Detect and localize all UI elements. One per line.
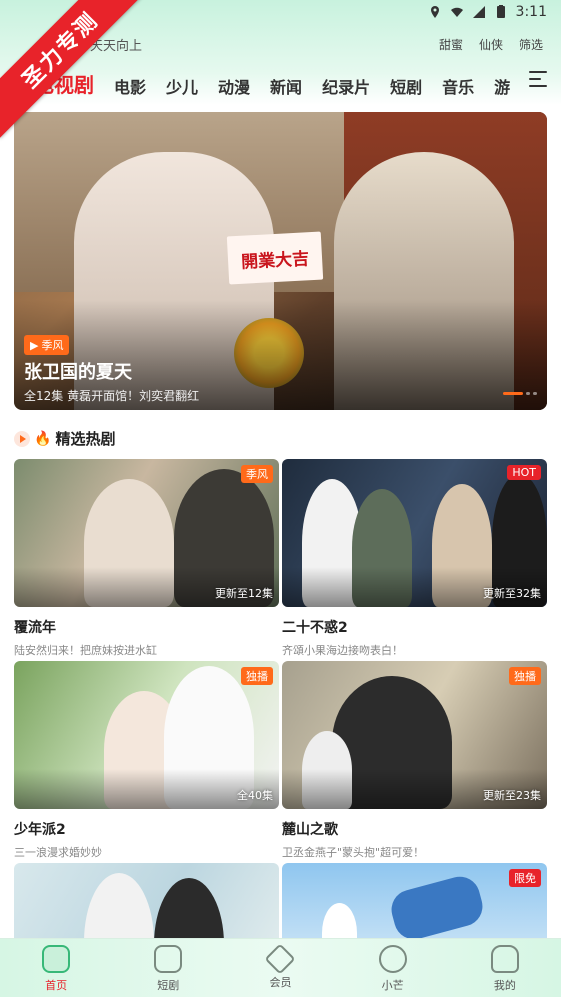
mango-icon xyxy=(378,945,407,973)
card-thumbnail[interactable]: HOT 更新至32集 xyxy=(282,459,547,607)
card-title[interactable]: 少年派2 xyxy=(14,819,279,839)
carousel-indicator xyxy=(503,392,537,395)
tv-icon xyxy=(154,945,183,973)
location-icon xyxy=(430,6,439,18)
card-badge: 独播 xyxy=(509,667,541,685)
drama-card[interactable]: 季风 更新至12集 覆流年 陆安然归来！把庶妹按进水缸 xyxy=(14,459,279,658)
nav-home[interactable]: 首页 xyxy=(16,945,96,993)
filter-link[interactable]: 筛选 xyxy=(519,36,543,53)
episode-count: 全40集 xyxy=(237,789,273,802)
card-title[interactable]: 麓山之歌 xyxy=(282,819,547,839)
play-icon: ▶ xyxy=(30,338,39,352)
banner-tag: ▶ 季风 xyxy=(24,335,70,355)
nav-vip-label: 会员 xyxy=(269,976,292,989)
card-badge: 限免 xyxy=(509,869,541,887)
card-thumbnail[interactable]: 独播 全40集 xyxy=(14,661,279,809)
status-time: 3:11 xyxy=(515,4,547,20)
nav-profile[interactable]: 我的 xyxy=(465,945,545,993)
card-subtitle: 卫丞金燕子"蒙头抱"超可爱！ xyxy=(282,846,425,859)
diamond-icon xyxy=(264,943,297,975)
card-subtitle: 三一浪漫求婚妙妙 xyxy=(14,846,102,859)
play-circle-icon xyxy=(14,430,30,447)
nav-xiaomang-label: 小芒 xyxy=(381,979,404,992)
bottom-nav: 首页 短剧 会员 小芒 我的 xyxy=(0,938,561,997)
banner-description: 全12集 黄磊开面馆！刘奕君翻红 xyxy=(24,389,200,403)
home-icon xyxy=(42,945,71,973)
tab-kids[interactable]: 少儿 xyxy=(166,74,198,98)
tab-music[interactable]: 音乐 xyxy=(442,74,474,98)
fire-icon: 🔥 xyxy=(34,430,52,447)
tab-documentary[interactable]: 纪录片 xyxy=(322,74,370,98)
menu-icon[interactable] xyxy=(529,71,547,89)
quick-link-sweet[interactable]: 甜蜜 xyxy=(439,36,463,53)
card-thumbnail[interactable]: 独播 更新至23集 xyxy=(282,661,547,809)
signal-icon xyxy=(472,6,485,18)
battery-icon xyxy=(496,5,505,18)
card-badge: HOT xyxy=(507,465,541,480)
drama-card[interactable]: 独播 更新至23集 麓山之歌 卫丞金燕子"蒙头抱"超可爱！ xyxy=(282,661,547,860)
card-subtitle: 陆安然归来！把庶妹按进水缸 xyxy=(14,644,157,657)
hero-banner[interactable]: 開業大吉 ▶ 季风 张卫国的夏天 全12集 黄磊开面馆！刘奕君翻红 xyxy=(14,112,547,410)
banner-title: 张卫国的夏天 xyxy=(24,362,132,383)
section-header: 🔥 精选热剧 xyxy=(14,428,115,449)
category-nav: 电视剧 电影 少儿 动漫 新闻 纪录片 短剧 音乐 游 xyxy=(34,66,530,98)
card-subtitle: 齐頌小果海边接吻表白！ xyxy=(282,644,403,657)
nav-xiaomang[interactable]: 小芒 xyxy=(353,945,433,993)
card-thumbnail[interactable]: 季风 更新至12集 xyxy=(14,459,279,607)
drama-card[interactable]: 独播 全40集 少年派2 三一浪漫求婚妙妙 xyxy=(14,661,279,860)
tab-news[interactable]: 新闻 xyxy=(270,74,302,98)
nav-home-label: 首页 xyxy=(45,979,68,992)
card-title[interactable]: 覆流年 xyxy=(14,617,279,637)
card-badge: 独播 xyxy=(241,667,273,685)
profile-icon xyxy=(490,945,519,973)
tab-movies[interactable]: 电影 xyxy=(114,74,146,98)
nav-profile-label: 我的 xyxy=(493,979,516,992)
section-title: 精选热剧 xyxy=(55,430,116,448)
drama-card[interactable]: HOT 更新至32集 二十不惑2 齐頌小果海边接吻表白！ xyxy=(282,459,547,658)
tab-short-drama[interactable]: 短剧 xyxy=(390,74,422,98)
card-title[interactable]: 二十不惑2 xyxy=(282,617,547,637)
nav-short-drama[interactable]: 短剧 xyxy=(128,945,208,993)
tab-anime[interactable]: 动漫 xyxy=(218,74,250,98)
episode-count: 更新至12集 xyxy=(215,587,273,600)
banner-sign: 開業大吉 xyxy=(226,231,324,285)
nav-short-drama-label: 短剧 xyxy=(157,979,180,992)
quick-links: 甜蜜 仙侠 筛选 xyxy=(439,36,543,53)
episode-count: 更新至23集 xyxy=(483,789,541,802)
nav-vip[interactable]: 会员 xyxy=(240,943,320,990)
tab-games[interactable]: 游 xyxy=(494,74,510,98)
episode-count: 更新至32集 xyxy=(483,587,541,600)
wifi-icon xyxy=(450,7,463,17)
card-badge: 季风 xyxy=(241,465,273,483)
quick-link-xianxia[interactable]: 仙侠 xyxy=(479,36,503,53)
